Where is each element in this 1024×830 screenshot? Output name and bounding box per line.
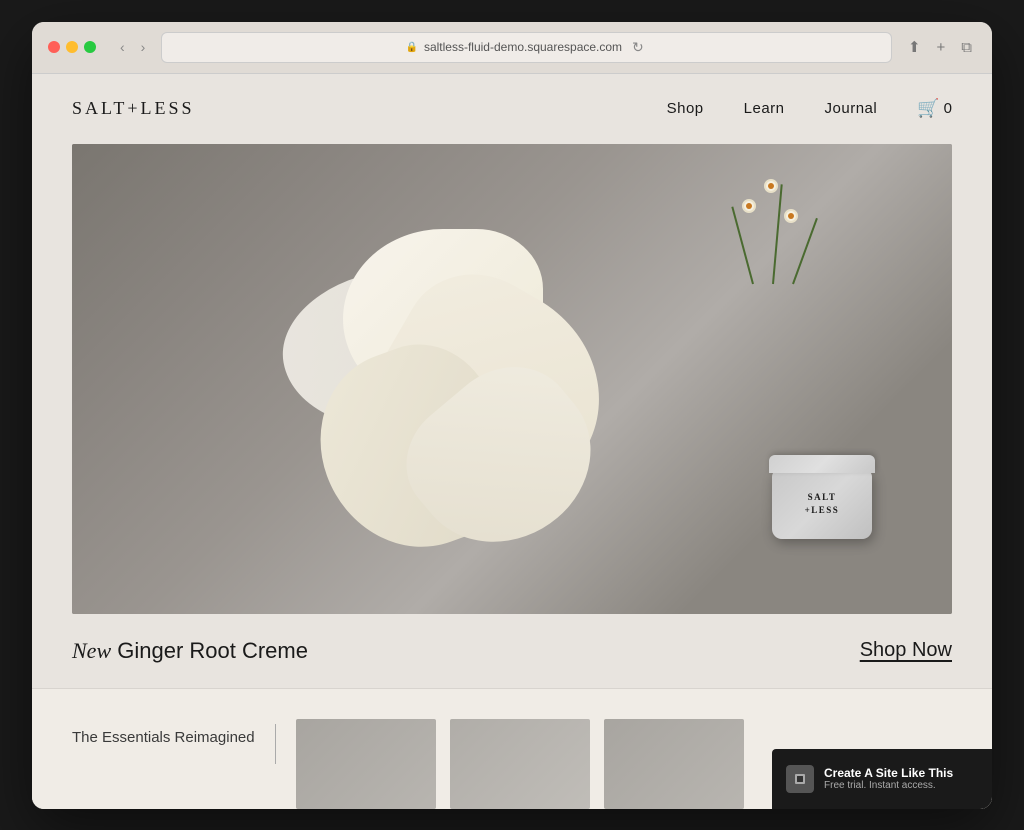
tab-overview-button[interactable]: ⧉ bbox=[957, 37, 976, 58]
jar-lid bbox=[769, 455, 875, 473]
url-text: saltless-fluid-demo.squarespace.com bbox=[424, 40, 622, 54]
product-caption: New Ginger Root Creme bbox=[72, 638, 308, 664]
flower-head-1 bbox=[742, 199, 756, 213]
flower-stem-3 bbox=[792, 217, 818, 283]
close-button[interactable] bbox=[48, 41, 60, 53]
new-tab-button[interactable]: + bbox=[933, 37, 950, 58]
back-button[interactable]: ‹ bbox=[116, 37, 129, 57]
hero-image: SALT +LESS bbox=[72, 144, 952, 614]
jar-label-line2: +LESS bbox=[805, 505, 840, 515]
flower-center-2 bbox=[768, 183, 774, 189]
squarespace-title: Create A Site Like This bbox=[824, 766, 953, 780]
forward-button[interactable]: › bbox=[137, 37, 150, 57]
cart-count: 0 bbox=[944, 100, 952, 117]
lock-icon: 🔒 bbox=[406, 42, 418, 53]
product-jar: SALT +LESS bbox=[772, 469, 872, 554]
browser-nav-controls: ‹ › bbox=[116, 37, 149, 57]
flower-head-3 bbox=[784, 209, 798, 223]
caption-bar: New Ginger Root Creme Shop Now bbox=[32, 614, 992, 688]
essentials-title: The Essentials Reimagined bbox=[72, 719, 255, 746]
caption-regular: Ginger Root Creme bbox=[111, 638, 308, 663]
squarespace-banner[interactable]: Create A Site Like This Free trial. Inst… bbox=[772, 749, 992, 809]
flower-center-1 bbox=[746, 203, 752, 209]
foam-sculpture bbox=[303, 169, 683, 589]
product-thumb-3[interactable] bbox=[604, 719, 744, 809]
cart-button[interactable]: 🛒 0 bbox=[917, 98, 952, 119]
product-thumb-2[interactable] bbox=[450, 719, 590, 809]
browser-window: ‹ › 🔒 saltless-fluid-demo.squarespace.co… bbox=[32, 22, 992, 809]
jar-body: SALT +LESS bbox=[772, 469, 872, 539]
flowers-decoration bbox=[712, 174, 832, 314]
jar-label: SALT +LESS bbox=[805, 491, 840, 516]
nav-link-journal[interactable]: Journal bbox=[825, 100, 878, 117]
site-logo[interactable]: SALT+LESS bbox=[72, 98, 195, 119]
flower-center-3 bbox=[788, 213, 794, 219]
nav-link-learn[interactable]: Learn bbox=[744, 100, 785, 117]
browser-chrome: ‹ › 🔒 saltless-fluid-demo.squarespace.co… bbox=[32, 22, 992, 74]
cart-icon: 🛒 bbox=[917, 98, 939, 119]
share-button[interactable]: ⬆ bbox=[904, 36, 925, 58]
browser-actions: ⬆ + ⧉ bbox=[904, 36, 976, 58]
nav-links: Shop Learn Journal 🛒 0 bbox=[667, 98, 952, 119]
flower-head-2 bbox=[764, 179, 778, 193]
website-content: SALT+LESS Shop Learn Journal 🛒 0 bbox=[32, 74, 992, 809]
address-bar[interactable]: 🔒 saltless-fluid-demo.squarespace.com ↻ bbox=[161, 32, 892, 63]
flower-stem-2 bbox=[772, 184, 783, 284]
minimize-button[interactable] bbox=[66, 41, 78, 53]
squarespace-text: Create A Site Like This Free trial. Inst… bbox=[824, 766, 953, 791]
nav-link-shop[interactable]: Shop bbox=[667, 100, 704, 117]
squarespace-subtitle: Free trial. Instant access. bbox=[824, 780, 953, 791]
refresh-button[interactable]: ↻ bbox=[628, 37, 648, 58]
shop-now-button[interactable]: Shop Now bbox=[860, 639, 952, 662]
traffic-lights bbox=[48, 41, 96, 53]
caption-italic: New bbox=[72, 638, 111, 663]
flower-stem-1 bbox=[731, 206, 754, 284]
section-divider bbox=[275, 724, 276, 764]
lower-section-wrapper: The Essentials Reimagined Create bbox=[32, 688, 992, 809]
maximize-button[interactable] bbox=[84, 41, 96, 53]
squarespace-icon bbox=[786, 765, 814, 793]
jar-label-line1: SALT bbox=[808, 492, 837, 502]
product-thumb-1[interactable] bbox=[296, 719, 436, 809]
main-nav: SALT+LESS Shop Learn Journal 🛒 0 bbox=[32, 74, 992, 144]
hero-bg: SALT +LESS bbox=[72, 144, 952, 614]
